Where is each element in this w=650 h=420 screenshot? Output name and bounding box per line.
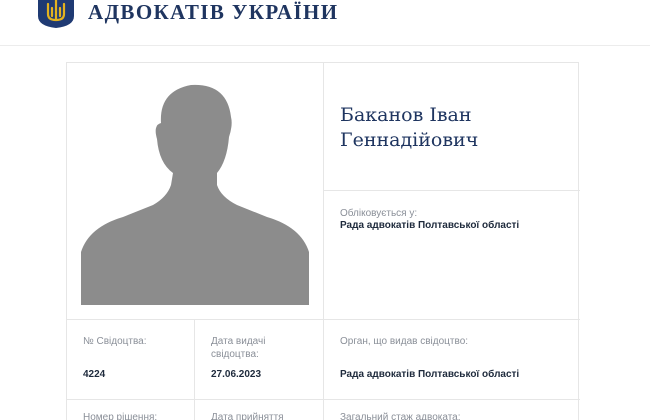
- adoption-date-label: Дата прийняття: [211, 412, 284, 420]
- certificate-date-cell: Дата видачі свідоцтва: 27.06.2023: [195, 320, 324, 400]
- brand-title[interactable]: АДВОКАТІВ УКРАЇНИ: [88, 0, 339, 24]
- lawyer-profile-card: Баканов Іван Геннадійович Обліковується …: [66, 62, 580, 420]
- person-silhouette-icon: [81, 77, 309, 305]
- total-experience-cell: Загальний стаж адвоката:: [324, 400, 580, 420]
- council-section: Обліковується у: Рада адвокатів Полтавсь…: [324, 191, 580, 320]
- decision-number-cell: Номер рішення:: [67, 400, 195, 420]
- site-header: АДВОКАТІВ УКРАЇНИ: [0, 0, 650, 46]
- decision-number-label: Номер рішення:: [83, 412, 158, 420]
- profile-photo: [67, 63, 324, 320]
- council-value[interactable]: Рада адвокатів Полтавської області: [340, 219, 519, 232]
- lawyer-full-name: Баканов Іван Геннадійович: [340, 104, 479, 151]
- trident-shield-icon: [38, 0, 74, 28]
- issuing-body-label: Орган, що видав свідоцтво:: [340, 336, 469, 347]
- certificate-date-value: 27.06.2023: [211, 369, 262, 380]
- certificate-number-cell: № Свідоцтва: 4224: [67, 320, 195, 400]
- total-experience-label: Загальний стаж адвоката:: [340, 412, 461, 420]
- adoption-date-cell: Дата прийняття: [195, 400, 324, 420]
- issuing-body-cell: Орган, що видав свідоцтво: Рада адвокаті…: [324, 320, 580, 400]
- name-section: Баканов Іван Геннадійович: [324, 63, 580, 191]
- certificate-date-label: Дата видачі свідоцтва:: [211, 336, 266, 360]
- issuing-body-value[interactable]: Рада адвокатів Полтавської області: [340, 368, 519, 381]
- certificate-number-label: № Свідоцтва:: [83, 336, 147, 347]
- certificate-number-value: 4224: [83, 369, 106, 380]
